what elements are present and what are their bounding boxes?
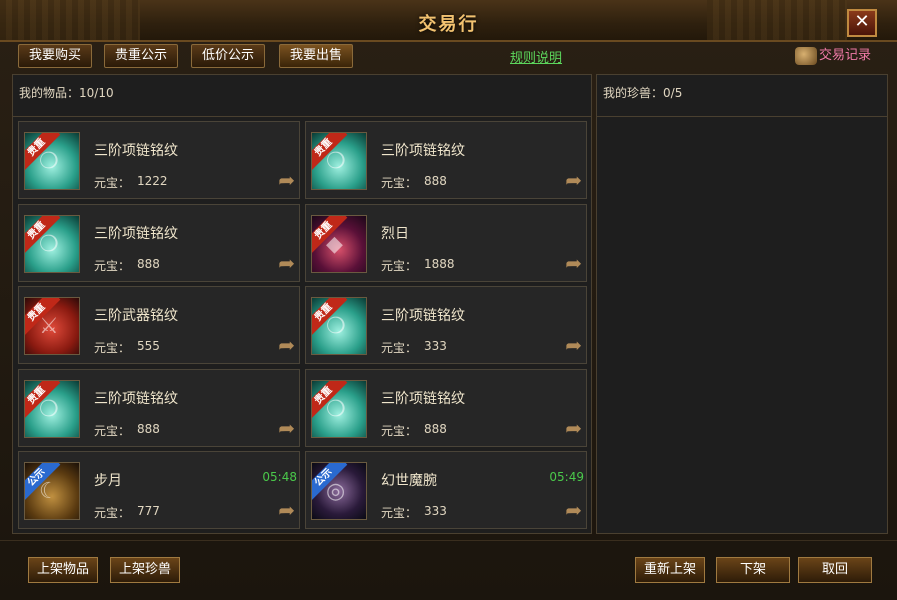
necklace-icon: ❍ 贵重 bbox=[311, 379, 367, 438]
item-name: 三阶武器铭纹 bbox=[94, 308, 178, 324]
moon-step-icon: ☾ 公示 bbox=[24, 462, 80, 520]
item-slot[interactable]: ❍ 贵重 三阶项链铭纹 元宝： 888 ➦ bbox=[18, 368, 300, 447]
item-name: 三阶项链铭纹 bbox=[94, 143, 178, 159]
item-price: 888 bbox=[424, 174, 447, 188]
item-name: 三阶项链铭纹 bbox=[381, 143, 465, 159]
item-name: 幻世魔腕 bbox=[381, 473, 437, 489]
necklace-icon: ❍ 贵重 bbox=[24, 132, 80, 190]
price-label: 元宝： bbox=[381, 176, 418, 190]
trade-record-label: 交易记录 bbox=[819, 48, 872, 63]
price-label: 元宝： bbox=[381, 341, 418, 355]
my-items-count: 10/10 bbox=[79, 86, 114, 100]
item-slot[interactable]: ❍ 贵重 三阶项链铭纹 元宝： 888 ➦ bbox=[305, 368, 587, 447]
share-arrow-icon[interactable]: ➦ bbox=[278, 418, 295, 438]
tab-lowprice-notice[interactable]: 低价公示 bbox=[191, 44, 266, 68]
my-pets-label: 我的珍兽： bbox=[603, 86, 664, 100]
tab-buy[interactable]: 我要购买 bbox=[18, 44, 93, 68]
item-price: 777 bbox=[137, 504, 160, 518]
item-name: 步月 bbox=[94, 473, 122, 489]
share-arrow-icon[interactable]: ➦ bbox=[565, 170, 582, 190]
item-price: 555 bbox=[137, 339, 160, 353]
item-slot[interactable]: ◎ 公示 幻世魔腕元宝： 333 05:49 ➦ bbox=[305, 451, 587, 529]
share-arrow-icon[interactable]: ➦ bbox=[565, 335, 582, 355]
scroll-icon bbox=[795, 46, 817, 65]
item-slot[interactable]: ❍ 贵重 三阶项链铭纹 元宝： 888 ➦ bbox=[305, 121, 587, 199]
item-price: 1888 bbox=[424, 256, 455, 271]
my-items-header: 我的物品：10/10 bbox=[19, 84, 114, 101]
necklace-icon: ❍ 贵重 bbox=[311, 132, 367, 190]
my-items-label: 我的物品： bbox=[19, 86, 80, 100]
share-arrow-icon[interactable]: ➦ bbox=[565, 500, 582, 520]
item-price: 333 bbox=[424, 504, 447, 518]
my-items-panel: 我的物品：10/10 ❍ 贵重 三阶项链铭纹 元宝： 1222 ➦ ❍ 贵重 三阶项链铭纹 元宝：… bbox=[12, 74, 592, 534]
price-label: 元宝： bbox=[94, 506, 131, 520]
share-arrow-icon[interactable]: ➦ bbox=[278, 170, 295, 190]
item-slot[interactable]: ☾ 公示 步月元宝： 777 05:48 ➦ bbox=[18, 451, 300, 529]
notice-timer: 05:49 bbox=[549, 470, 584, 484]
item-name: 烈日 bbox=[381, 225, 409, 242]
weapon-icon: ⚔ 贵重 bbox=[24, 297, 80, 355]
my-pets-count: 0/5 bbox=[663, 86, 683, 100]
trade-record-button[interactable]: 交易记录 bbox=[795, 44, 871, 68]
item-price: 333 bbox=[424, 339, 447, 353]
tab-sell[interactable]: 我要出售 bbox=[279, 44, 354, 68]
tab-valuable-notice[interactable]: 贵重公示 bbox=[104, 44, 179, 68]
item-slot[interactable]: ❍ 贵重 三阶项链铭纹 元宝： 333 ➦ bbox=[305, 286, 587, 364]
item-price: 1222 bbox=[137, 174, 168, 188]
notice-timer: 05:48 bbox=[262, 470, 297, 484]
item-price: 888 bbox=[137, 421, 160, 436]
price-label: 元宝： bbox=[94, 341, 131, 355]
list-pet-button[interactable]: 上架珍兽 bbox=[110, 557, 181, 583]
item-slot[interactable]: ◆ 贵重 烈日元宝： 1888 ➦ bbox=[305, 203, 587, 282]
item-name: 三阶项链铭纹 bbox=[381, 390, 465, 407]
price-label: 元宝： bbox=[94, 258, 131, 273]
item-name: 三阶项链铭纹 bbox=[94, 225, 178, 242]
item-slot[interactable]: ❍ 贵重 三阶项链铭纹 元宝： 1222 ➦ bbox=[18, 121, 300, 199]
price-label: 元宝： bbox=[381, 506, 418, 520]
item-name: 三阶项链铭纹 bbox=[381, 308, 465, 324]
title-bar: 交易行 ✕ bbox=[0, 0, 897, 42]
price-label: 元宝： bbox=[94, 176, 131, 190]
my-pets-header: 我的珍兽：0/5 bbox=[603, 84, 682, 101]
my-pets-panel: 我的珍兽：0/5 bbox=[596, 74, 888, 534]
share-arrow-icon[interactable]: ➦ bbox=[278, 335, 295, 355]
necklace-icon: ❍ 贵重 bbox=[311, 297, 367, 355]
item-name: 三阶项链铭纹 bbox=[94, 390, 178, 407]
share-arrow-icon[interactable]: ➦ bbox=[565, 253, 582, 273]
share-arrow-icon[interactable]: ➦ bbox=[278, 500, 295, 520]
share-arrow-icon[interactable]: ➦ bbox=[565, 418, 582, 438]
trade-window: 交易行 ✕ 我要购买 贵重公示 低价公示 我要出售 规则说明 交易记录 我的物品… bbox=[0, 0, 897, 600]
share-arrow-icon[interactable]: ➦ bbox=[278, 253, 295, 273]
item-slot[interactable]: ❍ 贵重 三阶项链铭纹 元宝： 888 ➦ bbox=[18, 203, 300, 282]
relist-button[interactable]: 重新上架 bbox=[635, 557, 706, 583]
necklace-icon: ❍ 贵重 bbox=[24, 379, 80, 438]
item-slot[interactable]: ⚔ 贵重 三阶武器铭纹 元宝： 555 ➦ bbox=[18, 286, 300, 364]
list-item-button[interactable]: 上架物品 bbox=[28, 557, 99, 583]
divider bbox=[13, 116, 591, 117]
item-price: 888 bbox=[137, 256, 160, 271]
necklace-icon: ❍ 贵重 bbox=[24, 214, 80, 273]
item-price: 888 bbox=[424, 421, 447, 436]
bottom-divider bbox=[0, 540, 897, 541]
rules-link[interactable]: 规则说明 bbox=[510, 47, 562, 66]
close-icon[interactable]: ✕ bbox=[847, 9, 877, 37]
sun-pendant-icon: ◆ 贵重 bbox=[311, 214, 367, 273]
divider bbox=[597, 116, 887, 117]
bracer-icon: ◎ 公示 bbox=[311, 462, 367, 520]
price-label: 元宝： bbox=[94, 423, 131, 438]
retrieve-button[interactable]: 取回 bbox=[798, 557, 872, 583]
delist-button[interactable]: 下架 bbox=[716, 557, 790, 583]
price-label: 元宝： bbox=[381, 423, 418, 438]
window-title: 交易行 bbox=[418, 14, 479, 35]
price-label: 元宝： bbox=[381, 258, 418, 273]
